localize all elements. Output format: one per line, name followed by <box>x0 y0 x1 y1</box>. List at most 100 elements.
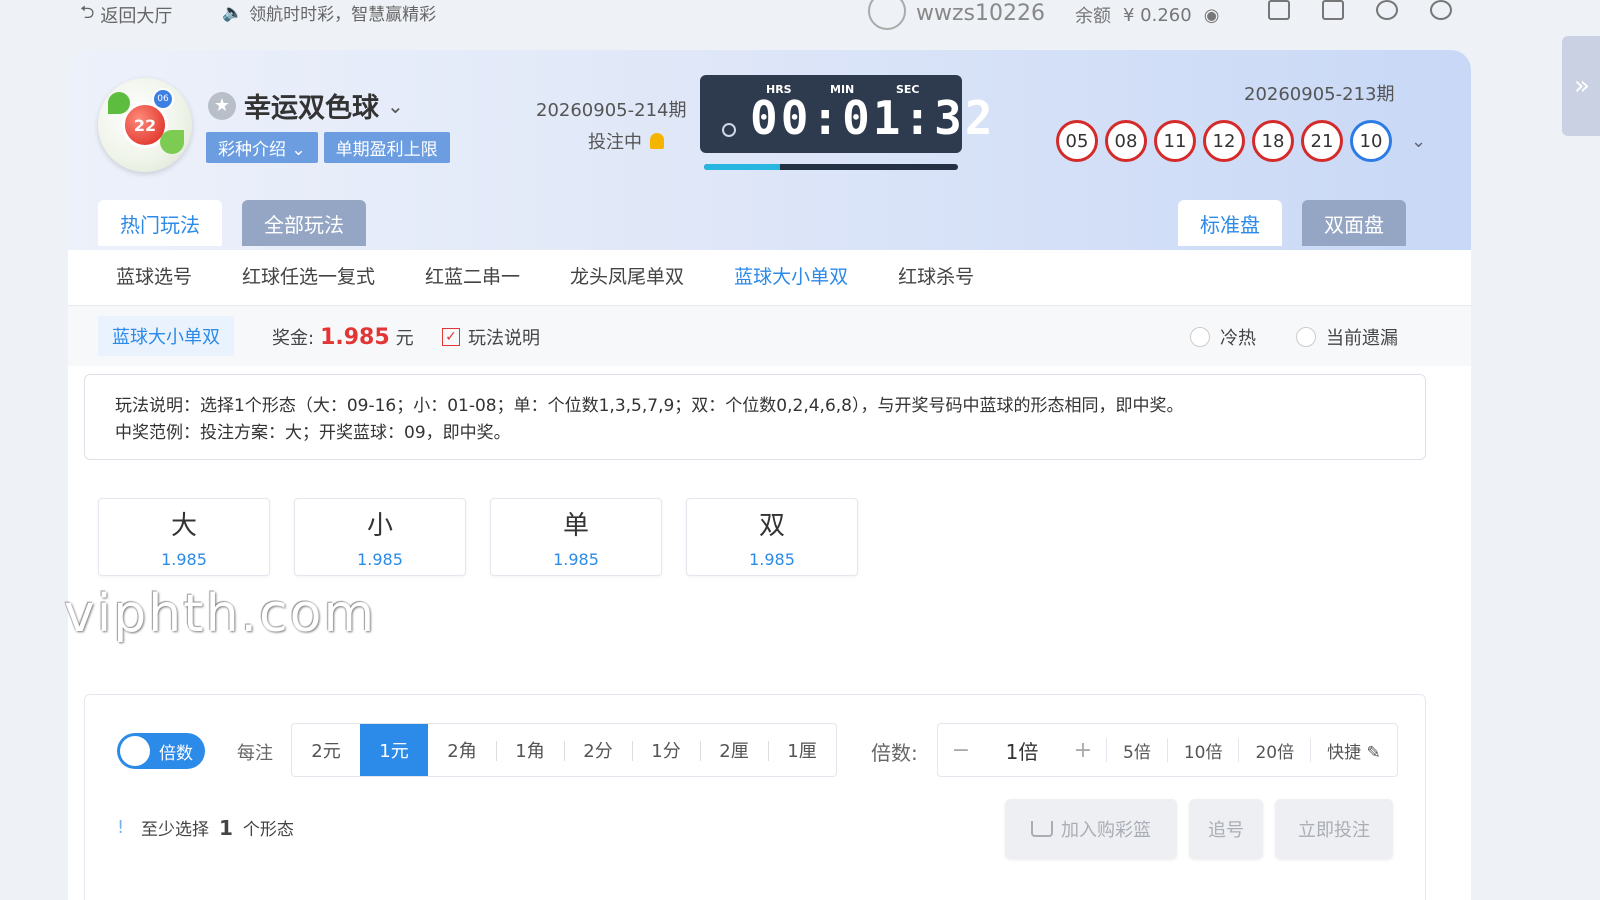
profit-limit-button[interactable]: 单期盈利上限 <box>323 132 450 163</box>
side-expand-button[interactable]: » <box>1562 36 1600 136</box>
balance-value: ¥ 0.260 <box>1123 4 1192 26</box>
tab-standard[interactable]: 标准盘 <box>1178 200 1282 246</box>
option-big[interactable]: 大 1.985 <box>98 498 270 576</box>
unit-option[interactable]: 2元 <box>292 724 360 776</box>
bet-status-text: 投注中 <box>588 132 642 153</box>
example-line: 中奖范例：投注方案：大；开奖蓝球：09，即中奖。 <box>115 423 511 443</box>
subtab-item[interactable]: 红球杀号 <box>898 262 974 289</box>
multiplier-value[interactable]: 1倍 <box>984 736 1060 765</box>
clover-leaf-icon <box>160 130 184 154</box>
eye-icon[interactable]: ◉ <box>1204 5 1220 26</box>
bet-panel: 倍数 每注 2元 1元 2角 1角 2分 1分 2厘 1厘 倍数: − 1倍 +… <box>84 694 1426 900</box>
subtab-item[interactable]: 蓝球大小单双 <box>734 262 848 289</box>
tab-all-play[interactable]: 全部玩法 <box>242 200 366 246</box>
favorite-star-icon[interactable]: ★ <box>208 91 236 120</box>
globe-icon[interactable] <box>1430 0 1452 20</box>
gear-icon[interactable] <box>1376 0 1398 20</box>
unit-option[interactable]: 1厘 <box>768 724 836 776</box>
prize-amount: 1.985 <box>320 325 390 350</box>
play-info-bar: 蓝球大小单双 奖金: 1.985 元 ✓ 玩法说明 冷热 当前遗漏 <box>68 306 1471 366</box>
option-name: 小 <box>366 511 393 541</box>
double-chevron-right-icon: » <box>1574 71 1590 101</box>
lottery-logo: 06 22 <box>98 78 192 172</box>
countdown-progress <box>704 164 958 170</box>
option-odd[interactable]: 单 1.985 <box>490 498 662 576</box>
lottery-card: 06 22 ★ 幸运双色球 ⌄ 彩种介绍 ⌄ 单期盈利上限 20260905-2… <box>68 50 1471 900</box>
subtab-item[interactable]: 红蓝二串一 <box>425 262 520 289</box>
red-ball: 21 <box>1301 120 1343 162</box>
back-to-lobby-link[interactable]: ⮌ 返回大厅 <box>80 0 172 30</box>
option-name: 单 <box>562 511 589 541</box>
subtab-item[interactable]: 龙头凤尾单双 <box>570 262 684 289</box>
draw-result-balls: 05 08 11 12 18 21 10 ⌄ <box>1056 120 1426 162</box>
unit-option[interactable]: 1元 <box>360 724 428 776</box>
rule-description: 玩法说明：选择1个形态（大：09-16；小：01-08；单：个位数1,3,5,7… <box>84 374 1426 460</box>
red-ball: 08 <box>1105 120 1147 162</box>
multiplier-toggle[interactable]: 倍数 <box>117 733 205 769</box>
rule-toggle[interactable]: ✓ 玩法说明 <box>442 324 540 350</box>
radio-hotcold[interactable]: 冷热 <box>1190 324 1256 350</box>
bet-now-button[interactable]: 立即投注 <box>1275 799 1393 859</box>
shortcut-button[interactable]: 快捷 ✎ <box>1310 738 1397 763</box>
minus-button[interactable]: − <box>938 738 984 763</box>
lottery-intro-button[interactable]: 彩种介绍 ⌄ <box>206 132 318 163</box>
tab-double-side[interactable]: 双面盘 <box>1302 200 1406 246</box>
unit-option[interactable]: 2厘 <box>700 724 768 776</box>
lottery-title-row: ★ 幸运双色球 ⌄ <box>208 86 404 125</box>
clover-leaf-icon <box>108 92 130 114</box>
unit-selector: 2元 1元 2角 1角 2分 1分 2厘 1厘 <box>291 723 837 777</box>
edit-icon[interactable] <box>1322 0 1344 20</box>
chase-number-button[interactable]: 追号 <box>1189 799 1263 859</box>
last-issue: 20260905-213期 <box>1244 84 1395 105</box>
watermark: viphth.com <box>64 584 377 644</box>
chevron-down-icon[interactable]: ⌄ <box>1411 131 1426 152</box>
unit-option[interactable]: 2分 <box>564 724 632 776</box>
top-tools <box>1268 0 1452 20</box>
checkbox-checked-icon[interactable]: ✓ <box>442 328 460 346</box>
add-to-cart-button[interactable]: 加入购彩篮 <box>1005 799 1177 859</box>
avatar-icon <box>868 0 906 30</box>
cart-icon <box>1031 821 1053 837</box>
current-issue: 20260905-214期 <box>536 100 687 121</box>
bet-status: 投注中 <box>588 128 664 154</box>
radio-icon[interactable] <box>1190 327 1210 347</box>
play-name: 蓝球大小单双 <box>98 316 234 356</box>
countdown-digits: 00:01:32 <box>750 91 996 145</box>
balance-label: 余额 <box>1075 6 1111 27</box>
user-info[interactable]: wwzs10226 <box>868 0 1045 30</box>
option-small[interactable]: 小 1.985 <box>294 498 466 576</box>
tab-hot-play[interactable]: 热门玩法 <box>98 200 222 246</box>
slogan-text: 领航时时彩，智慧赢精彩 <box>249 5 437 25</box>
countdown-timer: HRS MIN SEC 00:01:32 <box>700 75 993 153</box>
multiplier-stepper: − 1倍 + 5倍 10倍 20倍 快捷 ✎ <box>937 723 1398 777</box>
lottery-name[interactable]: 幸运双色球 <box>244 86 379 125</box>
blue-ball: 10 <box>1350 120 1392 162</box>
radio-missing[interactable]: 当前遗漏 <box>1296 324 1398 350</box>
username: wwzs10226 <box>916 0 1045 26</box>
radio-icon[interactable] <box>1296 327 1316 347</box>
quick-multiplier[interactable]: 20倍 <box>1238 738 1310 763</box>
bet-options: 大 1.985 小 1.985 单 1.985 双 1.985 <box>98 498 858 576</box>
option-even[interactable]: 双 1.985 <box>686 498 858 576</box>
subtab-item[interactable]: 蓝球选号 <box>116 262 192 289</box>
balance: 余额 ¥ 0.260 ◉ <box>1075 2 1219 28</box>
speaker-icon: 🔈 <box>222 2 244 23</box>
quick-multiplier[interactable]: 10倍 <box>1166 738 1239 763</box>
rule-line: 玩法说明：选择1个形态（大：09-16；小：01-08；单：个位数1,3,5,7… <box>115 396 1184 416</box>
quick-multiplier[interactable]: 5倍 <box>1106 738 1167 763</box>
unit-option[interactable]: 2角 <box>428 724 496 776</box>
radio-missing-label: 当前遗漏 <box>1326 328 1398 349</box>
unit-option[interactable]: 1分 <box>632 724 700 776</box>
chevron-down-icon[interactable]: ⌄ <box>387 94 404 118</box>
bell-icon <box>650 133 664 149</box>
cart-icon[interactable] <box>1268 0 1290 20</box>
prize: 奖金: 1.985 元 <box>272 324 414 350</box>
option-odds: 1.985 <box>357 550 403 569</box>
subtab-item[interactable]: 红球任选一复式 <box>242 262 375 289</box>
rule-toggle-label: 玩法说明 <box>468 328 540 349</box>
plus-button[interactable]: + <box>1060 738 1106 763</box>
unit-option[interactable]: 1角 <box>496 724 564 776</box>
prize-label: 奖金: <box>272 328 315 349</box>
prize-unit: 元 <box>395 328 414 349</box>
option-odds: 1.985 <box>553 550 599 569</box>
